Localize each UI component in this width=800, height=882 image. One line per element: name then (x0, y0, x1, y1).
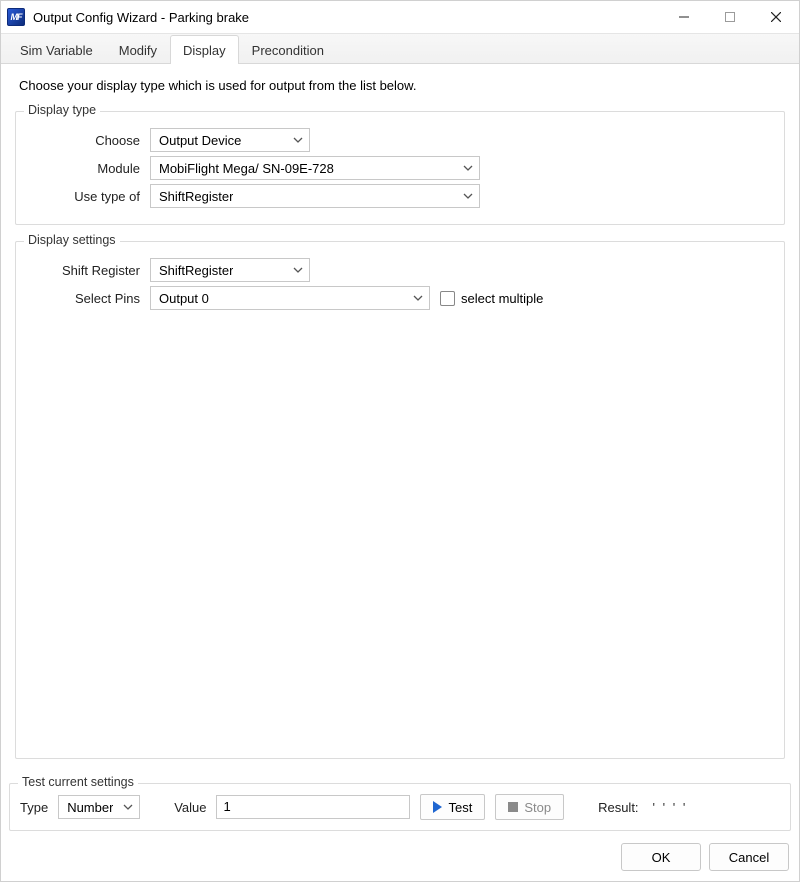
chevron-down-icon (463, 163, 473, 173)
shiftreg-select[interactable]: ShiftRegister (150, 258, 310, 282)
tab-display[interactable]: Display (170, 35, 239, 64)
window-title: Output Config Wizard - Parking brake (33, 10, 249, 25)
minimize-icon (679, 12, 689, 22)
result-value: ' ' ' ' (653, 800, 688, 815)
selectpins-label: Select Pins (28, 291, 150, 306)
display-type-group: Display type Choose Output Device Module… (15, 111, 785, 225)
test-legend: Test current settings (18, 775, 138, 789)
tabstrip: Sim Variable Modify Display Precondition (1, 33, 799, 64)
titlebar: MF Output Config Wizard - Parking brake (1, 1, 799, 33)
tab-body: Choose your display type which is used f… (1, 64, 799, 777)
display-settings-group: Display settings Shift Register ShiftReg… (15, 241, 785, 759)
tab-modify[interactable]: Modify (106, 35, 170, 64)
ok-button[interactable]: OK (621, 843, 701, 871)
test-button[interactable]: Test (420, 794, 485, 820)
stop-icon (508, 802, 518, 812)
tab-sim-variable[interactable]: Sim Variable (7, 35, 106, 64)
value-label: Value (174, 800, 206, 815)
chevron-down-icon (293, 265, 303, 275)
close-icon (771, 12, 781, 22)
display-type-legend: Display type (24, 103, 100, 117)
select-multiple-label: select multiple (461, 291, 543, 306)
minimize-button[interactable] (661, 1, 707, 33)
usetype-label: Use type of (28, 189, 150, 204)
value-input[interactable]: 1 (216, 795, 410, 819)
module-select[interactable]: MobiFlight Mega/ SN-09E-728 (150, 156, 480, 180)
app-icon: MF (7, 8, 25, 26)
output-config-wizard-window: MF Output Config Wizard - Parking brake … (0, 0, 800, 882)
test-settings-group: Test current settings Type Number Value … (9, 783, 791, 831)
close-button[interactable] (753, 1, 799, 33)
tab-precondition[interactable]: Precondition (239, 35, 337, 64)
result-label: Result: (598, 800, 638, 815)
chevron-down-icon (293, 135, 303, 145)
instruction-text: Choose your display type which is used f… (19, 78, 781, 93)
module-label: Module (28, 161, 150, 176)
dialog-footer: OK Cancel (1, 839, 799, 881)
maximize-button[interactable] (707, 1, 753, 33)
selectpins-select[interactable]: Output 0 (150, 286, 430, 310)
type-label: Type (20, 800, 48, 815)
chevron-down-icon (123, 802, 133, 812)
display-settings-legend: Display settings (24, 233, 120, 247)
maximize-icon (725, 12, 735, 22)
checkbox-icon (440, 291, 455, 306)
play-icon (433, 801, 442, 813)
select-multiple-checkbox[interactable]: select multiple (440, 291, 543, 306)
choose-select[interactable]: Output Device (150, 128, 310, 152)
chevron-down-icon (413, 293, 423, 303)
shiftreg-label: Shift Register (28, 263, 150, 278)
choose-label: Choose (28, 133, 150, 148)
chevron-down-icon (463, 191, 473, 201)
stop-button[interactable]: Stop (495, 794, 564, 820)
usetype-select[interactable]: ShiftRegister (150, 184, 480, 208)
cancel-button[interactable]: Cancel (709, 843, 789, 871)
type-select[interactable]: Number (58, 795, 140, 819)
